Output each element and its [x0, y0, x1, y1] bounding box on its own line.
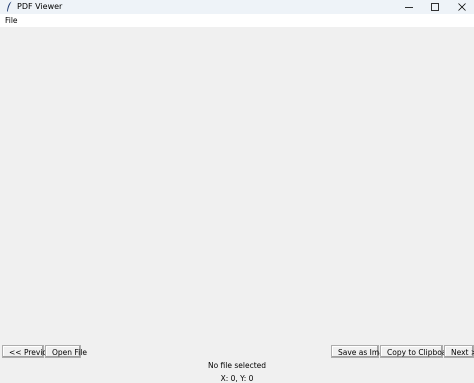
copy-to-clipboard-button[interactable]: Copy to Clipboard — [380, 345, 454, 358]
pdf-viewer-window: PDF Viewer File << Previous Open File Sa… — [0, 0, 474, 383]
close-button[interactable] — [447, 0, 474, 14]
minimize-icon — [405, 7, 413, 8]
menu-file[interactable]: File — [5, 15, 18, 26]
open-file-button[interactable]: Open File — [45, 345, 87, 358]
menu-bar: File — [0, 14, 474, 27]
pdf-canvas[interactable] — [0, 27, 474, 343]
title-bar[interactable]: PDF Viewer — [0, 0, 474, 14]
maximize-button[interactable] — [420, 0, 450, 14]
maximize-icon — [431, 3, 439, 11]
coordinates-label: X: 0, Y: 0 — [220, 374, 254, 383]
feather-icon — [7, 1, 12, 12]
window-title: PDF Viewer — [17, 2, 63, 11]
close-icon — [458, 3, 466, 11]
save-as-image-button[interactable]: Save as Image — [331, 345, 393, 358]
previous-button[interactable]: << Previous — [2, 345, 56, 358]
file-status-label: No file selected — [207, 361, 267, 370]
next-button[interactable]: Next >> — [444, 345, 474, 358]
